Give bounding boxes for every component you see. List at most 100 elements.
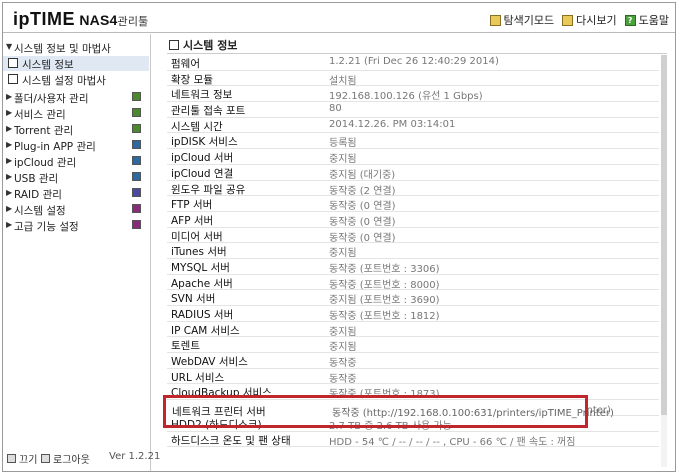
row-value: 192.168.100.126 (유선 1 Gbps) <box>329 91 483 103</box>
sidebar-item-usb[interactable]: ▶ USB 관리 <box>3 170 149 185</box>
sidebar-item-setup-wizard[interactable]: 시스템 설정 마법사 <box>3 72 149 87</box>
help-label: 도움말 <box>638 14 669 27</box>
logo: ipTIME NAS4관리툴 <box>13 9 149 30</box>
row-key: ipCloud 연결 <box>171 167 234 180</box>
header: ipTIME NAS4관리툴 탐색기모드 다시보기 ? 도움말 <box>3 3 675 33</box>
table-row: SVN 서버 중지됨 (포트번호 : 3690) <box>167 290 659 306</box>
brand-name: ipTIME <box>13 9 75 29</box>
sidebar-item-label: 서비스 관리 <box>14 109 66 121</box>
help-link[interactable]: ? 도움말 <box>624 12 669 28</box>
collapsed-arrow-icon: ▶ <box>6 156 13 165</box>
table-row: 미디어 서버 동작중 (0 연결) <box>167 228 659 244</box>
logout-button[interactable]: 로그아웃 <box>41 451 90 466</box>
sidebar-item-label: ipCloud 관리 <box>14 157 77 169</box>
sidebar-item-label: 폴더/사용자 관리 <box>14 93 89 105</box>
row-value: 동작중 (포트번호 : 3306) <box>329 263 440 275</box>
collapsed-arrow-icon: ▶ <box>6 92 13 101</box>
collapsed-arrow-icon: ▶ <box>6 108 13 117</box>
collapsed-arrow-icon: ▶ <box>6 204 13 213</box>
row-key: ipCloud 서버 <box>171 152 234 165</box>
table-row: 확장 모듈 설치됨 <box>167 71 659 87</box>
refresh-link[interactable]: 다시보기 <box>562 12 617 28</box>
row-key: FTP 서버 <box>171 199 213 212</box>
table-row: iTunes 서버 중지됨 <box>167 243 659 259</box>
collapsed-arrow-icon: ▶ <box>6 140 13 149</box>
explorer-mode-link[interactable]: 탐색기모드 <box>489 12 555 28</box>
table-row: 윈도우 파일 공유 동작중 (2 연결) <box>167 181 659 197</box>
highlighted-row: 네트워크 프린터 서버 동작중 (http://192.168.0.100:63… <box>163 402 614 419</box>
row-value: 동작중 <box>329 373 357 385</box>
row-value: 1.2.21 (Fri Dec 26 12:40:29 2014) <box>329 56 499 67</box>
table-row: 관리툴 접속 포트 80 <box>167 102 659 118</box>
table-row: 토렌트 중지됨 <box>167 337 659 353</box>
row-key: RADIUS 서버 <box>171 309 234 321</box>
row-value: 2014.12.26. PM 03:14:01 <box>329 118 456 130</box>
row-value: 중지됨 <box>329 154 357 166</box>
row-value: 80 <box>329 103 342 115</box>
row-value: 중지됨 <box>329 326 357 338</box>
sidebar-item-torrent[interactable]: ▶ Torrent 관리 <box>3 122 149 137</box>
sidebar-item-raid[interactable]: ▶ RAID 관리 <box>3 186 149 201</box>
sidebar-item-service[interactable]: ▶ 서비스 관리 <box>3 106 149 121</box>
chart-icon <box>169 40 179 50</box>
row-key: HDD2 (하드디스크) <box>171 418 262 431</box>
power-off-button[interactable]: 끄기 <box>7 451 37 466</box>
table-row: MYSQL 서버 동작중 (포트번호 : 3306) <box>167 259 659 275</box>
sidebar-footer: 끄기 로그아웃 Ver 1.2.21 <box>3 451 160 466</box>
sidebar-item-label: USB 관리 <box>14 173 59 185</box>
table-row: 네트워크 정보 192.168.100.126 (유선 1 Gbps) <box>167 86 659 102</box>
page-title: 시스템 정보 <box>169 37 237 53</box>
sidebar-item-label: 시스템 설정 마법사 <box>22 75 106 87</box>
row-value: 중지됨 (대기중) <box>329 169 396 181</box>
chart-icon <box>8 74 18 84</box>
sidebar-item-system-settings[interactable]: ▶ 시스템 설정 <box>3 202 149 217</box>
row-value: 중지됨 <box>329 248 357 260</box>
sidebar-item-label: Plug-in APP 관리 <box>14 141 96 153</box>
row-value: 중지됨 (포트번호 : 3690) <box>329 295 440 307</box>
sidebar-item-label: 시스템 정보 및 마법사 <box>14 43 111 55</box>
table-row: URL 서비스 동작중 <box>167 369 659 385</box>
sidebar-item-advanced[interactable]: ▶ 고급 기능 설정 <box>3 218 149 233</box>
explorer-icon <box>489 14 501 26</box>
table-row: 시스템 시간 2014.12.26. PM 03:14:01 <box>167 118 659 134</box>
row-value: 동작중 <box>329 358 357 370</box>
table-row: RADIUS 서버 동작중 (포트번호 : 1812) <box>167 306 659 322</box>
sidebar-item-system-info[interactable]: 시스템 정보 <box>3 56 149 71</box>
row-key: URL 서비스 <box>171 371 225 384</box>
sidebar: ▼ 시스템 정보 및 마법사 시스템 정보 시스템 설정 마법사 ▶ 폴더/사용… <box>3 34 160 471</box>
row-value: 동작중 (포트번호 : 1812) <box>329 311 440 322</box>
row-value: 중지됨 <box>329 342 357 354</box>
row-key: AFP 서버 <box>171 214 214 227</box>
expanded-arrow-icon: ▼ <box>6 42 13 51</box>
title-divider <box>167 53 667 54</box>
sidebar-item-label: 시스템 설정 <box>14 205 66 217</box>
row-key: CloudBackup 서비스 <box>171 387 272 400</box>
folder-user-icon <box>132 92 141 101</box>
row-value: 설치됨 <box>329 75 357 87</box>
header-divider <box>3 32 675 33</box>
row-key: ipDISK 서비스 <box>171 136 238 149</box>
collapsed-arrow-icon: ▶ <box>6 172 13 181</box>
table-row: CloudBackup 서비스 동작중 (포트번호 : 1873) <box>167 384 659 400</box>
sidebar-item-label: 시스템 정보 <box>22 59 74 71</box>
table-row: WebDAV 서비스 동작중 <box>167 353 659 369</box>
sidebar-item-plugin-app[interactable]: ▶ Plug-in APP 관리 <box>3 138 149 153</box>
row-key: 시스템 시간 <box>171 120 223 133</box>
sidebar-item-ipcloud[interactable]: ▶ ipCloud 관리 <box>3 154 149 169</box>
explorer-mode-label: 탐색기모드 <box>503 14 555 27</box>
row-key: SVN 서버 <box>171 293 216 306</box>
sidebar-item-system-info-wizard[interactable]: ▼ 시스템 정보 및 마법사 <box>3 40 149 55</box>
highlighted-row-value: 동작중 (http://192.168.0.100:631/printers/i… <box>332 408 614 419</box>
sidebar-item-folder-user[interactable]: ▶ 폴더/사용자 관리 <box>3 90 149 105</box>
collapsed-arrow-icon: ▶ <box>6 220 13 229</box>
row-key: 토렌트 <box>171 340 200 353</box>
scrollbar-thumb[interactable] <box>661 55 667 415</box>
row-key: IP CAM 서비스 <box>171 324 240 337</box>
collapsed-arrow-icon: ▶ <box>6 188 13 197</box>
power-icon <box>7 454 16 463</box>
highlighted-row-key: 네트워크 프린터 서버 <box>172 406 266 418</box>
raid-icon <box>132 188 141 197</box>
scrollbar[interactable] <box>661 55 667 467</box>
table-row: IP CAM 서비스 중지됨 <box>167 322 659 338</box>
help-icon: ? <box>624 14 636 26</box>
